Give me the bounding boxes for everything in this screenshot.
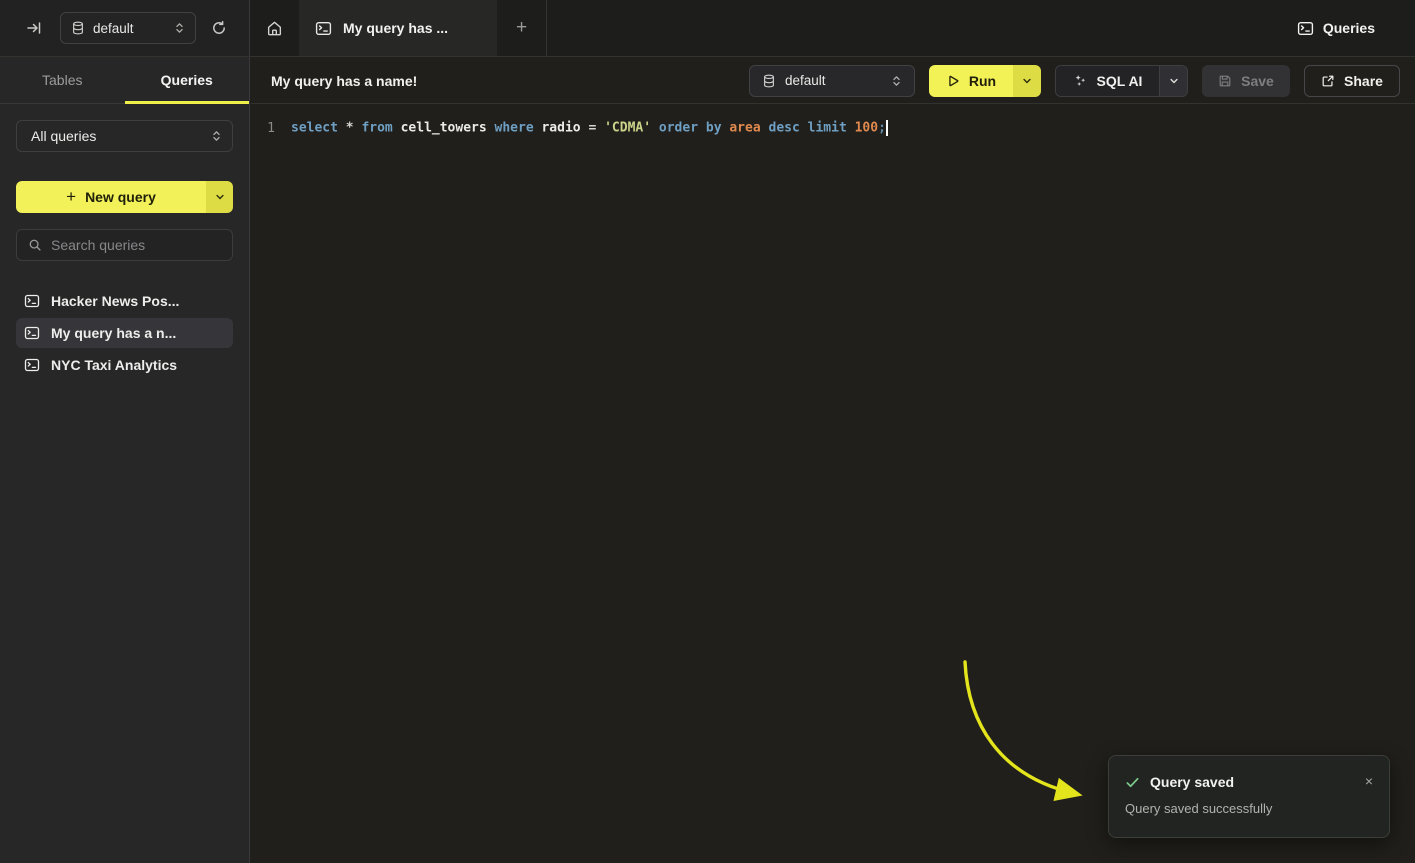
query-item-label: My query has a n...	[51, 325, 176, 341]
query-list-item[interactable]: NYC Taxi Analytics	[16, 350, 233, 380]
share-icon	[1321, 74, 1335, 88]
tab-my-query[interactable]: My query has ...	[299, 0, 497, 56]
query-list: Hacker News Pos... My query has a n... N…	[16, 286, 233, 380]
chevron-down-icon	[215, 192, 225, 202]
sql-code: select * from cell_towers where radio = …	[291, 120, 888, 136]
play-icon	[946, 74, 960, 88]
save-button[interactable]: Save	[1202, 65, 1290, 97]
share-label: Share	[1344, 73, 1383, 89]
chevron-down-icon	[1169, 76, 1179, 86]
run-button[interactable]: Run	[929, 65, 1013, 97]
new-query-dropdown-button[interactable]	[206, 181, 233, 213]
new-query-button[interactable]: + New query	[16, 181, 206, 213]
home-button[interactable]	[250, 0, 298, 56]
topbar-queries-button[interactable]: Queries	[1297, 0, 1375, 56]
sidebar-tab-tables[interactable]: Tables	[0, 57, 125, 103]
queries-icon	[1297, 20, 1314, 37]
search-icon	[28, 238, 42, 252]
query-icon	[24, 325, 40, 341]
query-icon	[24, 357, 40, 373]
toast-message: Query saved successfully	[1125, 801, 1373, 816]
sidebar-tabs: Tables Queries	[0, 57, 249, 104]
collapse-sidebar-button[interactable]	[22, 16, 46, 40]
query-icon	[24, 293, 40, 309]
topbar-left: default	[0, 0, 250, 56]
sparkles-icon	[1073, 73, 1088, 88]
query-title: My query has a name!	[271, 73, 417, 89]
editor-database-value: default	[785, 73, 882, 88]
toast-title: Query saved	[1150, 774, 1234, 790]
query-filter-select[interactable]: All queries	[16, 120, 233, 152]
query-list-item[interactable]: Hacker News Pos...	[16, 286, 233, 316]
chevron-updown-icon	[211, 130, 222, 142]
check-icon	[1125, 775, 1140, 790]
toast-query-saved: Query saved × Query saved successfully	[1108, 755, 1390, 838]
toast-close-button[interactable]: ×	[1361, 769, 1377, 793]
plus-icon: +	[66, 187, 76, 207]
query-filter-value: All queries	[31, 128, 211, 144]
sql-ai-label: SQL AI	[1097, 73, 1143, 89]
query-item-label: Hacker News Pos...	[51, 293, 179, 309]
sidebar: Tables Queries All queries + New query	[0, 57, 250, 863]
new-query-label: New query	[85, 189, 156, 205]
sql-ai-split-button: SQL AI	[1055, 65, 1188, 97]
home-icon	[266, 20, 283, 37]
main-panel: My query has a name! default	[251, 58, 1415, 863]
chevron-down-icon	[1022, 76, 1032, 86]
save-label: Save	[1241, 73, 1274, 89]
query-header: My query has a name! default	[251, 58, 1415, 104]
text-cursor	[886, 120, 888, 136]
sidebar-tab-queries[interactable]: Queries	[125, 57, 250, 103]
refresh-icon	[211, 20, 227, 36]
tab-label: My query has ...	[343, 20, 448, 36]
topbar-database-selector[interactable]: default	[60, 12, 196, 44]
run-dropdown-button[interactable]	[1013, 65, 1041, 97]
query-list-item[interactable]: My query has a n...	[16, 318, 233, 348]
new-query-split-button: + New query	[16, 181, 233, 213]
database-icon	[762, 74, 776, 88]
sql-editor[interactable]: 1 select * from cell_towers where radio …	[251, 104, 1415, 140]
code-line: 1 select * from cell_towers where radio …	[251, 116, 1415, 140]
sql-ai-button[interactable]: SQL AI	[1056, 66, 1159, 96]
collapse-sidebar-icon	[26, 20, 42, 36]
header-actions: default Run	[749, 65, 1400, 97]
plus-icon: +	[516, 17, 527, 39]
query-item-label: NYC Taxi Analytics	[51, 357, 177, 373]
run-split-button: Run	[929, 65, 1041, 97]
chevron-updown-icon	[891, 75, 902, 87]
new-tab-button[interactable]: +	[497, 0, 547, 56]
database-icon	[71, 21, 85, 35]
search-queries-input[interactable]	[51, 237, 232, 253]
refresh-button[interactable]	[207, 16, 231, 40]
query-tab-icon	[315, 20, 332, 37]
run-label: Run	[969, 73, 996, 89]
close-icon: ×	[1365, 773, 1373, 789]
editor-database-selector[interactable]: default	[749, 65, 915, 97]
sql-ai-dropdown-button[interactable]	[1159, 66, 1187, 96]
save-icon	[1218, 74, 1232, 88]
search-queries-box	[16, 229, 233, 261]
topbar: default	[0, 0, 1415, 57]
chevron-updown-icon	[174, 22, 185, 34]
line-number: 1	[251, 121, 275, 136]
share-button[interactable]: Share	[1304, 65, 1400, 97]
topbar-database-value: default	[93, 21, 166, 36]
toast-header: Query saved	[1125, 774, 1373, 790]
topbar-queries-label: Queries	[1323, 20, 1375, 36]
